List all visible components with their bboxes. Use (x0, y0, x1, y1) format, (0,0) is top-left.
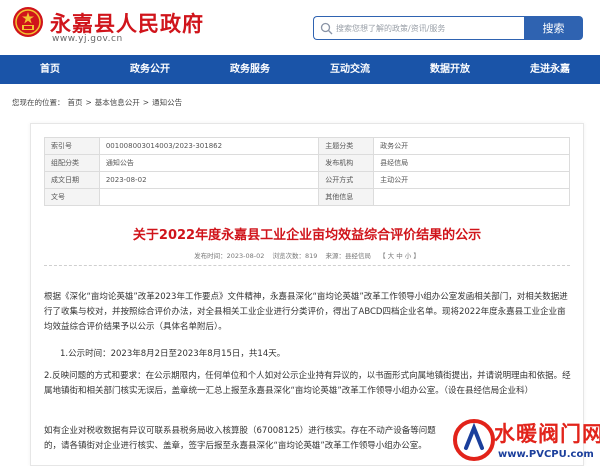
meta-value (373, 188, 570, 206)
breadcrumb-item-home[interactable]: 首页 (68, 98, 83, 107)
article-source: 来源：县经信局 (325, 252, 372, 260)
valve-logo-icon (453, 419, 495, 461)
watermark: 水暖阀门网 www.PVCPU.com (452, 416, 600, 466)
breadcrumb-item-basic-info[interactable]: 基本信息公开 (95, 98, 140, 107)
font-size-selector[interactable]: 【 大 中 小 】 (379, 252, 420, 260)
watermark-text: 水暖阀门网 (494, 422, 600, 446)
breadcrumb-item-notices[interactable]: 通知公告 (152, 98, 182, 107)
divider (44, 265, 570, 266)
national-emblem-icon[interactable] (12, 6, 44, 38)
article-paragraph: 2.反映问题的方式和要求：在公示期限内，任何单位和个人如对公示企业持有异议的，以… (44, 371, 571, 396)
search-box (313, 16, 525, 40)
meta-value: 2023-08-02 (98, 171, 320, 189)
meta-value (98, 188, 320, 206)
meta-value: 通知公告 (98, 154, 320, 172)
meta-key: 索引号 (44, 137, 100, 155)
article-info: 发布时间：2023-08-02 浏览次数：819 来源：县经信局 【 大 中 小… (30, 250, 584, 260)
meta-value: 政务公开 (373, 137, 570, 155)
article-title: 关于2022年度永嘉县工业企业亩均效益综合评价结果的公示 (132, 228, 482, 243)
meta-key: 发布机构 (318, 154, 375, 172)
nav-item-gov-affairs-open[interactable]: 政务公开 (100, 55, 200, 84)
meta-key: 公开方式 (318, 171, 375, 189)
meta-value: 主动公开 (373, 171, 570, 189)
watermark-url: www.PVCPU.com (498, 449, 594, 460)
nav-item-home[interactable]: 首页 (0, 55, 100, 84)
article-paragraph: 根据《深化“亩均论英雄”改革2023年工作要点》文件精神，永嘉县深化“亩均论英雄… (44, 292, 568, 332)
site-url: www.yj.gov.cn (52, 34, 123, 44)
article-paragraph: 1.公示时间：2023年8月2日至2023年8月15日，共14天。 (60, 349, 286, 359)
meta-key: 文号 (44, 188, 100, 206)
breadcrumb: 您现在的位置： 首页 > 基本信息公开 > 通知公告 (12, 97, 185, 108)
search-button[interactable]: 搜索 (524, 16, 583, 40)
article-paragraph: 如有企业对税收数据有异议可联系县税务局收入核算股（67008125）进行核实。存… (44, 426, 436, 451)
table-row: 索引号 001008003014003/2023-301862 主题分类 政务公… (44, 137, 570, 155)
site-header: 永嘉县人民政府 www.yj.gov.cn 搜索 (0, 0, 600, 53)
breadcrumb-prefix: 您现在的位置： (12, 98, 65, 107)
nav-item-about-yongjia[interactable]: 走进永嘉 (500, 55, 600, 84)
nav-item-interaction[interactable]: 互动交流 (300, 55, 400, 84)
main-nav: 首页 政务公开 政务服务 互动交流 数据开放 走进永嘉 (0, 55, 600, 84)
view-count: 浏览次数：819 (272, 252, 318, 260)
breadcrumb-separator: > (85, 98, 92, 107)
nav-item-open-data[interactable]: 数据开放 (400, 55, 500, 84)
table-row: 成文日期 2023-08-02 公开方式 主动公开 (44, 171, 570, 189)
table-row: 组配分类 通知公告 发布机构 县经信局 (44, 154, 570, 172)
meta-key: 其他信息 (318, 188, 375, 206)
search-input[interactable] (336, 20, 522, 37)
nav-item-gov-services[interactable]: 政务服务 (200, 55, 300, 84)
meta-value: 县经信局 (373, 154, 570, 172)
meta-value: 001008003014003/2023-301862 (98, 137, 320, 155)
table-row: 文号 其他信息 (44, 188, 570, 206)
meta-key: 组配分类 (44, 154, 100, 172)
meta-key: 成文日期 (44, 171, 100, 189)
publish-time: 发布时间：2023-08-02 (194, 252, 265, 260)
meta-table: 索引号 001008003014003/2023-301862 主题分类 政务公… (44, 137, 570, 206)
breadcrumb-separator: > (142, 98, 150, 107)
search-icon (320, 22, 333, 35)
meta-key: 主题分类 (318, 137, 375, 155)
